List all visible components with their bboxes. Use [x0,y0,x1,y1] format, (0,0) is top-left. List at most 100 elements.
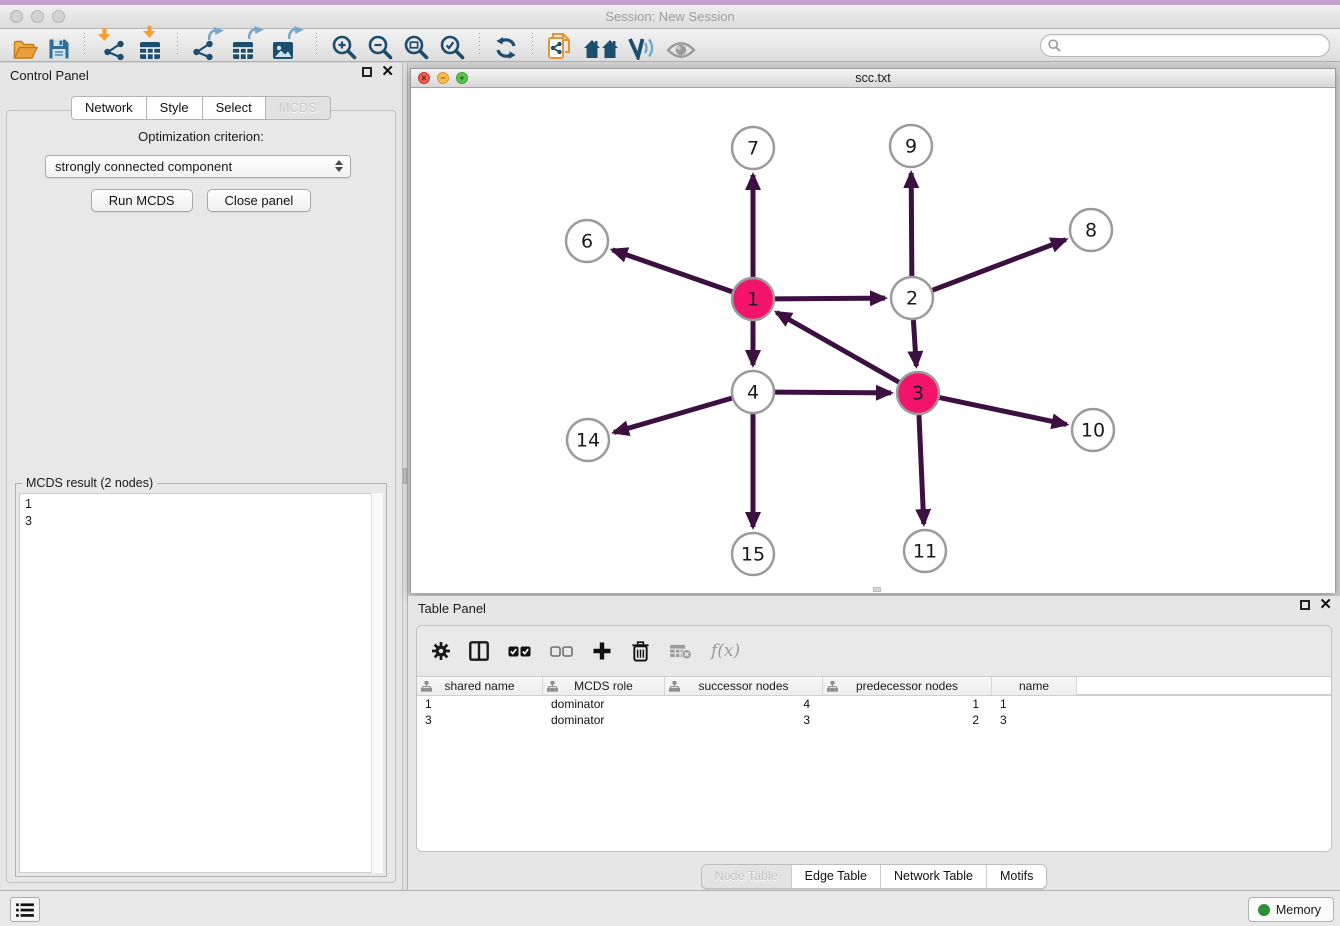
open-session-icon[interactable] [13,30,38,60]
search-input[interactable] [1065,37,1329,55]
network-canvas[interactable]: 7 9 6 8 1 2 4 3 14 10 15 11 [411,88,1335,593]
edge-1-2[interactable] [775,298,885,299]
node-7[interactable]: 7 [732,127,774,169]
save-session-icon[interactable] [48,30,70,60]
close-table-panel-icon[interactable]: ✕ [1319,600,1332,610]
close-window-button[interactable] [10,10,23,23]
edge-3-10[interactable] [940,398,1067,425]
cell-successor-nodes[interactable]: 4 [665,696,823,712]
svg-text:10: 10 [1081,420,1105,442]
import-network-icon[interactable] [99,30,127,60]
export-network-icon[interactable] [192,30,222,60]
deselect-all-icon[interactable] [550,646,573,657]
zoom-selected-icon[interactable] [439,30,465,60]
svg-text:2: 2 [906,288,918,310]
tab-motifs[interactable]: Motifs [987,865,1046,888]
network-from-file-icon[interactable] [547,30,574,60]
home-icon[interactable] [584,30,618,60]
window-title: Session: New Session [605,9,734,24]
tab-style[interactable]: Style [147,96,203,120]
zoom-window-button[interactable] [52,10,65,23]
float-panel-icon[interactable] [362,67,372,77]
tab-network-table[interactable]: Network Table [881,865,987,888]
column-header-MCDS-role[interactable]: MCDS role [543,677,665,695]
export-image-icon[interactable] [272,30,302,60]
edge-3-1[interactable] [776,312,898,382]
select-all-icon[interactable] [508,646,531,657]
zoom-out-icon[interactable] [367,30,393,60]
cell-predecessor-nodes[interactable]: 1 [823,696,992,712]
tab-node-table[interactable]: Node Table [702,865,792,888]
frame-maximize-icon[interactable]: + [456,72,468,84]
frame-minimize-icon[interactable]: − [437,72,449,84]
table-row-1[interactable]: 1dominator411 [417,696,1331,712]
zoom-in-icon[interactable] [331,30,357,60]
function-builder-icon[interactable]: f(x) [711,641,740,661]
minimize-window-button[interactable] [31,10,44,23]
window-controls[interactable] [10,10,65,23]
result-scrollbar[interactable] [371,493,383,873]
tab-select[interactable]: Select [203,96,266,120]
tab-edge-table[interactable]: Edge Table [792,865,881,888]
column-header-predecessor-nodes[interactable]: predecessor nodes [823,677,992,695]
float-table-panel-icon[interactable] [1300,600,1310,610]
memory-button[interactable]: Memory [1248,897,1334,922]
criterion-select[interactable]: strongly connected component [45,155,351,178]
edge-3-11[interactable] [919,415,924,524]
cell-predecessor-nodes[interactable]: 2 [823,712,992,728]
edge-1-6[interactable] [612,250,732,292]
edge-2-8[interactable] [933,240,1066,291]
delete-column-icon[interactable] [631,641,650,662]
cell-successor-nodes[interactable]: 3 [665,712,823,728]
run-mcds-button[interactable]: Run MCDS [91,189,193,212]
cell-shared-name[interactable]: 1 [417,696,543,712]
node-14[interactable]: 14 [567,419,609,461]
zoom-fit-icon[interactable] [403,30,429,60]
frame-close-icon[interactable]: × [418,72,430,84]
refresh-icon[interactable] [494,30,518,60]
import-table-icon[interactable] [137,30,163,60]
node-9[interactable]: 9 [890,125,932,167]
cell-name[interactable]: 1 [992,696,1077,712]
node-15[interactable]: 15 [732,533,774,575]
node-8[interactable]: 8 [1070,209,1112,251]
search-box[interactable] [1040,34,1330,57]
column-header-shared-name[interactable]: shared name [417,677,543,695]
export-table-icon[interactable] [232,30,262,60]
node-6[interactable]: 6 [566,220,608,262]
edge-4-3[interactable] [775,392,891,393]
table-settings-icon[interactable] [432,642,450,660]
add-column-icon[interactable] [592,641,612,661]
network-frame-titlebar[interactable]: × − + scc.txt [411,69,1335,88]
tab-mcds[interactable]: MCDS [266,96,331,120]
node-1[interactable]: 1 [732,278,774,320]
graphics-details-icon[interactable] [628,30,656,60]
hide-details-eye-icon[interactable] [666,30,696,60]
close-panel-button[interactable]: Close panel [207,189,312,212]
table-row-2[interactable]: 3dominator323 [417,712,1331,728]
divider-grip[interactable] [403,468,407,484]
cell-name[interactable]: 3 [992,712,1077,728]
node-3[interactable]: 3 [897,372,939,414]
cell-shared-name[interactable]: 3 [417,712,543,728]
cell-MCDS-role[interactable]: dominator [543,712,665,728]
task-history-button[interactable] [10,897,40,922]
cell-MCDS-role[interactable]: dominator [543,696,665,712]
edge-2-3[interactable] [913,320,916,366]
tab-network[interactable]: Network [71,96,147,120]
node-11[interactable]: 11 [904,530,946,572]
edge-2-9[interactable] [911,173,912,276]
mcds-result-text[interactable]: 1 3 [19,493,383,873]
edge-4-14[interactable] [614,398,732,432]
close-panel-icon[interactable]: ✕ [381,67,394,77]
delete-table-icon[interactable] [669,643,692,660]
column-header-successor-nodes[interactable]: successor nodes [665,677,823,695]
optimization-criterion-label: Optimization criterion: [7,129,395,144]
column-header-name[interactable]: name [992,677,1077,695]
canvas-grip[interactable] [873,587,881,592]
node-2[interactable]: 2 [891,277,933,319]
node-10[interactable]: 10 [1072,409,1114,451]
node-4[interactable]: 4 [732,371,774,413]
network-graph[interactable]: 7 9 6 8 1 2 4 3 14 10 15 11 [411,88,1337,593]
split-panel-icon[interactable] [469,641,489,661]
